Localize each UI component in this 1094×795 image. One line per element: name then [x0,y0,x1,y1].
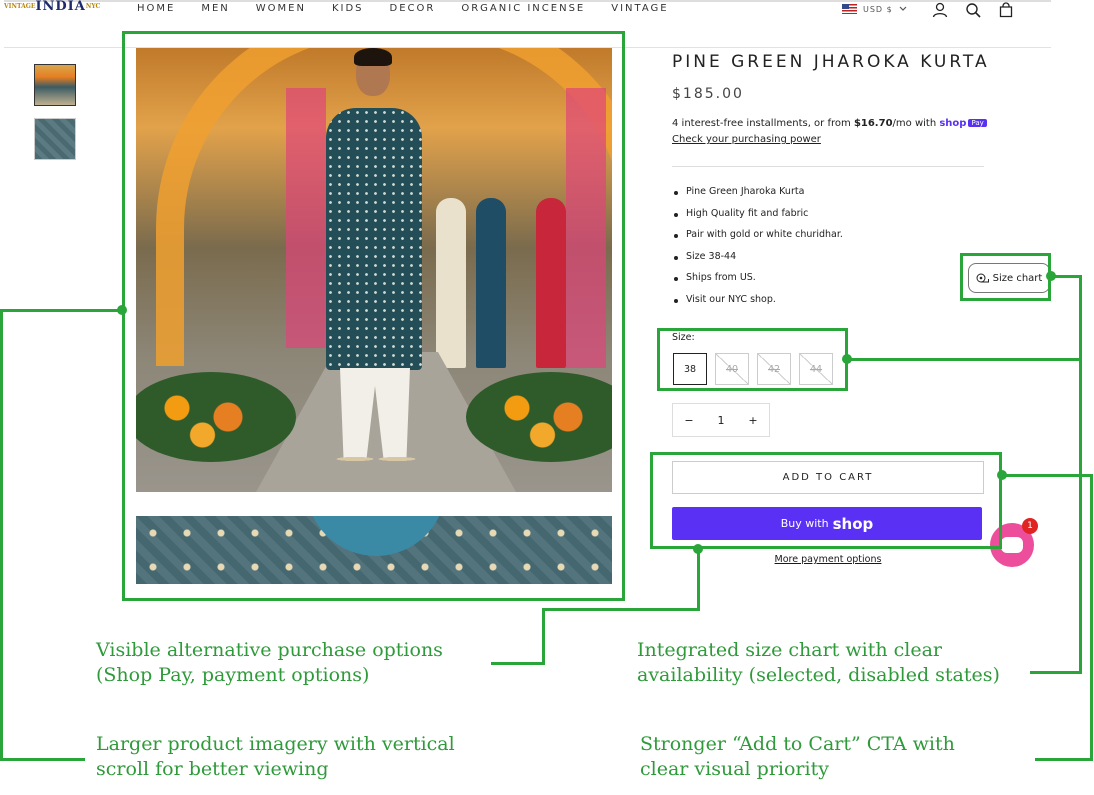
annotation-box-sizes [657,328,848,391]
nav-item-women[interactable]: WOMEN [256,3,306,14]
connector-line [1090,474,1093,761]
info-divider [672,166,984,167]
connector-line [542,608,545,665]
us-flag-icon [842,4,857,14]
check-purchasing-power-link[interactable]: Check your purchasing power [672,134,821,145]
callout-line: (Shop Pay, payment options) [96,664,370,686]
callout-size-chart: Integrated size chart with clear availab… [637,638,1000,688]
quantity-value[interactable]: 1 [705,414,737,427]
account-icon[interactable] [932,2,948,18]
currency-selector[interactable]: USD $ [842,4,907,14]
product-features-list: Pine Green Jharoka Kurta High Quality fi… [672,186,843,316]
callout-line: Visible alternative purchase options [96,639,443,661]
callout-line: scroll for better viewing [96,758,329,780]
connector-dot [117,305,127,315]
installments-pre: 4 interest-free installments, or from [672,118,851,129]
connector-dot [1046,271,1056,281]
connector-line [0,758,85,761]
callout-line: Integrated size chart with clear [637,639,942,661]
callout-purchase-options: Visible alternative purchase options (Sh… [96,638,443,688]
annotation-box-imagery [122,31,625,601]
callout-cta: Stronger “Add to Cart” CTA with clear vi… [640,732,955,782]
list-item: Pine Green Jharoka Kurta [672,186,843,208]
currency-label: USD $ [863,4,893,14]
callout-line: clear visual priority [640,758,829,780]
nav-item-men[interactable]: MEN [201,3,229,14]
callout-imagery: Larger product imagery with vertical scr… [96,732,455,782]
thumbnail-1[interactable] [34,64,76,106]
list-item: Pair with gold or white churidhar. [672,229,843,251]
logo-small-left: VINTAGE [4,3,36,10]
product-title: PINE GREEN JHAROKA KURTA [672,52,990,72]
list-item: High Quality fit and fabric [672,208,843,230]
connector-line [542,608,700,611]
chevron-down-icon [899,6,907,11]
callout-line: Larger product imagery with vertical [96,733,455,755]
nav-item-home[interactable]: HOME [137,3,175,14]
installments-amount: $16.70 [853,118,893,129]
logo-text: INDIA [35,0,86,14]
connector-line [0,309,122,312]
chat-notification-badge: 1 [1022,518,1038,534]
connector-line [491,662,545,665]
connector-line [848,358,1082,361]
nav-item-vintage[interactable]: VINTAGE [611,3,668,14]
connector-line [1030,671,1082,674]
chat-bubble-icon [1001,537,1023,553]
connector-line [697,548,700,610]
nav-item-organic-incense[interactable]: ORGANIC INCENSE [461,3,585,14]
shop-pay-logo: shop [939,118,967,129]
search-icon[interactable] [965,2,981,18]
quantity-stepper: − 1 + [672,403,770,437]
site-logo[interactable]: VINTAGEINDIANYC [4,0,104,16]
list-item: Visit our NYC shop. [672,294,843,316]
installments-post: /mo with [892,118,937,129]
callout-line: Stronger “Add to Cart” CTA with [640,733,955,755]
connector-line [1002,474,1093,477]
cart-icon[interactable] [998,2,1014,18]
installments-text: 4 interest-free installments, or from $1… [672,118,987,129]
nav-item-decor[interactable]: DECOR [390,3,436,14]
connector-dot [997,470,1007,480]
product-price: $185.00 [672,86,744,102]
logo-small-right: NYC [85,3,101,10]
callout-line: availability (selected, disabled states) [637,664,1000,686]
annotation-box-cta [650,452,1002,549]
annotation-box-size-chart [960,253,1051,301]
connector-line [1035,758,1093,761]
thumbnail-2[interactable] [34,118,76,160]
top-border [4,0,1051,2]
shop-pay-badge: Pay [968,119,987,127]
quantity-increase-button[interactable]: + [737,414,769,427]
nav-item-kids[interactable]: KIDS [332,3,364,14]
main-nav: HOME MEN WOMEN KIDS DECOR ORGANIC INCENS… [137,3,695,14]
more-payment-options-link[interactable]: More payment options [672,554,984,565]
list-item: Ships from US. [672,272,843,294]
quantity-decrease-button[interactable]: − [673,414,705,427]
list-item: Size 38-44 [672,251,843,273]
connector-dot [842,354,852,364]
connector-dot [693,544,703,554]
connector-line [0,309,3,761]
